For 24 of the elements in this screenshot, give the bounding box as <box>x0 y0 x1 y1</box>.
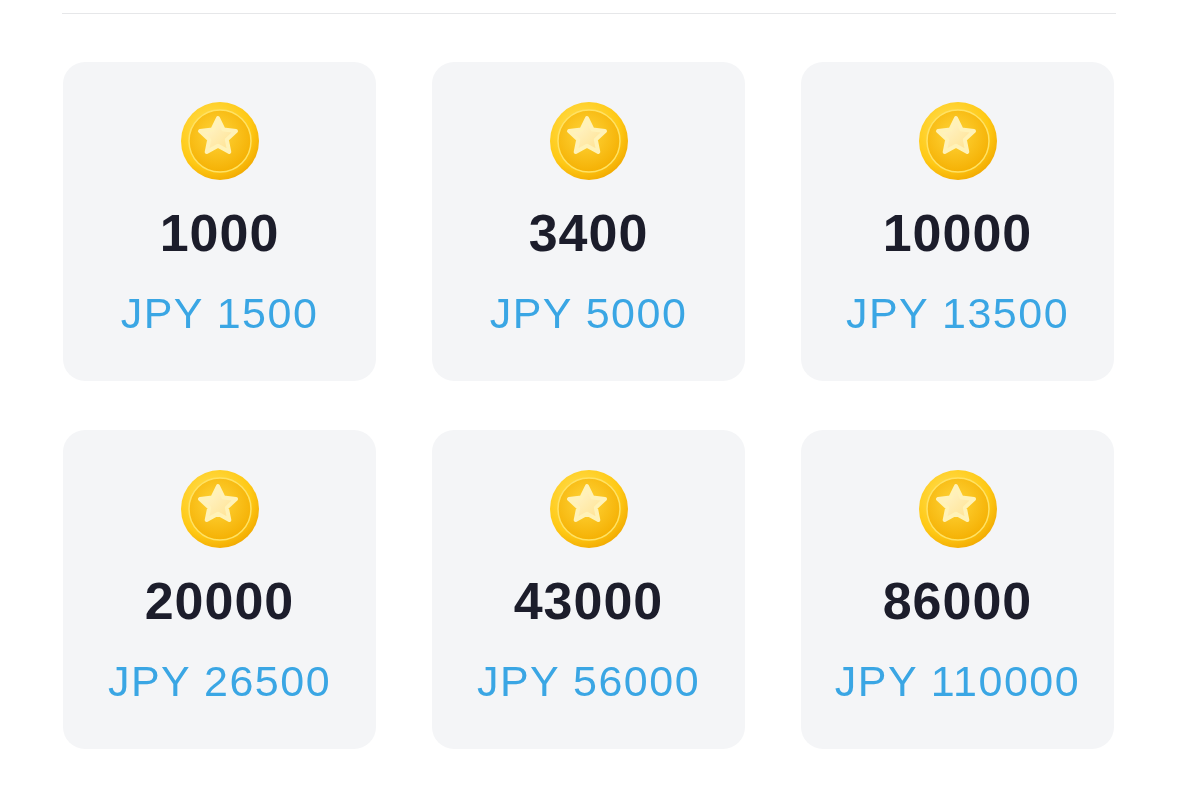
star-coin-icon <box>918 470 997 548</box>
coin-package-card[interactable]: 86000 JPY 110000 <box>801 430 1114 749</box>
price-text: JPY 56000 <box>476 656 701 706</box>
coin-amount: 20000 <box>144 571 295 631</box>
price-text: JPY 26500 <box>107 656 332 706</box>
star-coin-icon <box>549 470 628 548</box>
coin-amount: 10000 <box>882 203 1033 263</box>
coin-amount: 86000 <box>882 571 1033 631</box>
price-text: JPY 13500 <box>845 288 1070 338</box>
star-coin-icon <box>180 470 259 548</box>
coin-package-card[interactable]: 20000 JPY 26500 <box>63 430 376 749</box>
star-coin-icon <box>549 102 628 180</box>
coin-amount: 3400 <box>528 203 649 263</box>
star-coin-icon <box>918 102 997 180</box>
price-text: JPY 110000 <box>834 656 1081 706</box>
price-text: JPY 5000 <box>489 288 688 338</box>
star-coin-icon <box>180 102 259 180</box>
coin-package-card[interactable]: 10000 JPY 13500 <box>801 62 1114 381</box>
price-text: JPY 1500 <box>120 288 319 338</box>
coin-package-card[interactable]: 1000 JPY 1500 <box>63 62 376 381</box>
coin-package-card[interactable]: 43000 JPY 56000 <box>432 430 745 749</box>
coin-amount: 1000 <box>159 203 280 263</box>
coin-amount: 43000 <box>513 571 664 631</box>
coin-package-card[interactable]: 3400 JPY 5000 <box>432 62 745 381</box>
